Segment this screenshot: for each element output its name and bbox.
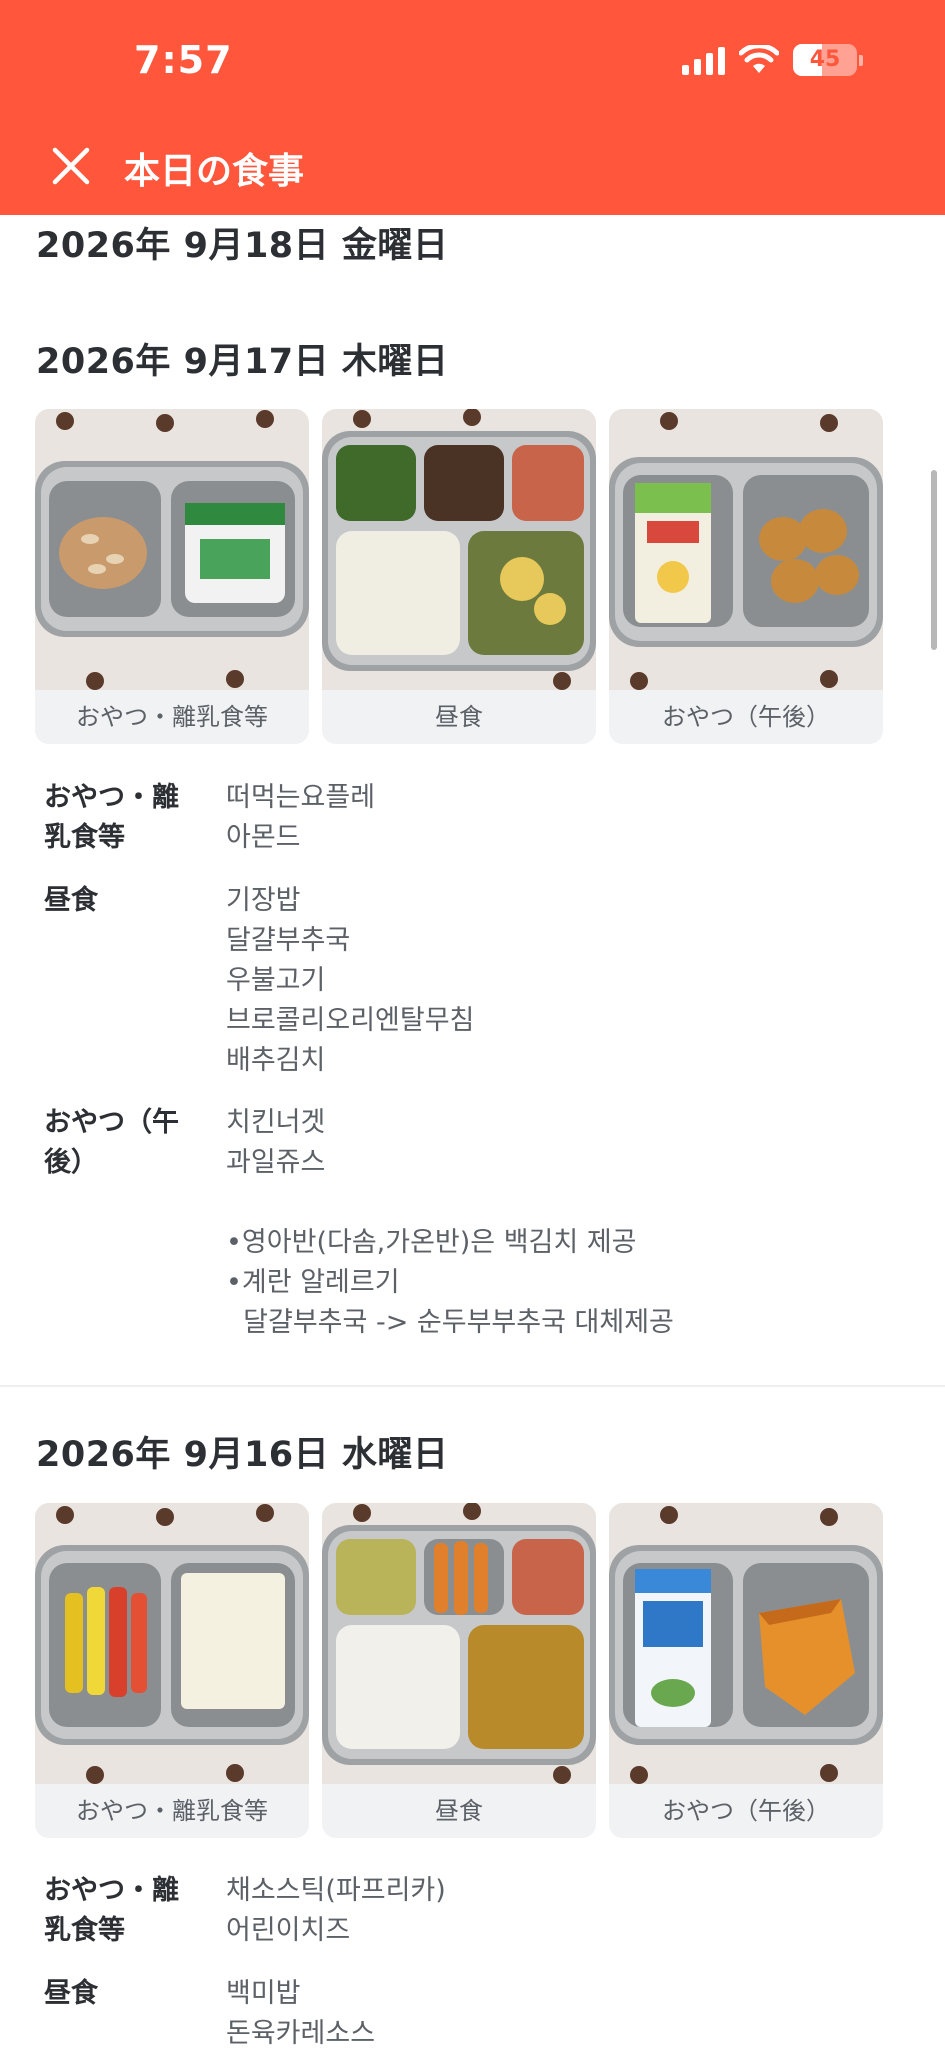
meal-items: 백미밥 돈육카레소스 <box>226 1978 376 2048</box>
lunch-photo-image <box>322 409 596 690</box>
meal-name: おやつ・離 乳食等 <box>44 782 179 853</box>
photo-label-snack-afternoon: おやつ（午後） <box>609 690 883 744</box>
meal-name: おやつ（午 後） <box>44 1107 179 1178</box>
cellular-signal-icon <box>682 45 725 75</box>
snack-photo-image <box>35 409 309 690</box>
photo-label-snack-afternoon: おやつ（午後） <box>609 1784 883 1838</box>
meal-photo-snack-morning[interactable]: おやつ・離乳食等 <box>35 1503 309 1838</box>
photo-label-lunch: 昼食 <box>322 1784 596 1838</box>
meal-name: 昼食 <box>44 1978 98 2009</box>
meal-photo-snack-morning[interactable]: おやつ・離乳食等 <box>35 409 309 744</box>
meal-name: おやつ・離 乳食等 <box>44 1875 179 1946</box>
battery-level: 45 <box>809 47 841 72</box>
day-title-0918: 2026年 9月18日 金曜日 <box>36 226 449 266</box>
page-title: 本日の食事 <box>124 151 305 192</box>
snack-afternoon-photo-image <box>609 409 883 690</box>
snack-afternoon-photo-image <box>609 1503 883 1784</box>
close-icon[interactable] <box>46 141 96 191</box>
snack-photo-image <box>35 1503 309 1784</box>
meal-name: 昼食 <box>44 885 98 916</box>
photo-label-snack-morning: おやつ・離乳食等 <box>35 690 309 744</box>
day-divider <box>0 1385 945 1387</box>
day-title-0917: 2026年 9月17日 木曜日 <box>36 342 449 382</box>
battery-tip <box>859 54 863 66</box>
photo-label-lunch: 昼食 <box>322 690 596 744</box>
meal-photo-lunch[interactable]: 昼食 <box>322 1503 596 1838</box>
meal-items: 채소스틱(파프리카) 어린이치즈 <box>226 1875 446 1946</box>
status-time: 7:57 <box>134 38 233 82</box>
scrollbar-thumb[interactable] <box>931 470 937 650</box>
meal-photo-lunch[interactable]: 昼食 <box>322 409 596 744</box>
day-title-0916: 2026年 9月16日 水曜日 <box>36 1435 449 1475</box>
meal-photo-snack-afternoon[interactable]: おやつ（午後） <box>609 1503 883 1838</box>
battery-icon: 45 <box>793 44 857 76</box>
meal-items: 치킨너겟 과일쥬스 •영아반(다솜,가온반)은 백김치 제공 •계란 알레르기 … <box>226 1107 674 1338</box>
meal-photo-snack-afternoon[interactable]: おやつ（午後） <box>609 409 883 744</box>
meal-items: 떠먹는요플레 아몬드 <box>226 782 376 853</box>
app-header: 7:57 45 本日の食事 <box>0 0 945 215</box>
wifi-icon <box>739 45 779 73</box>
status-icons: 45 <box>682 44 863 76</box>
photo-label-snack-morning: おやつ・離乳食等 <box>35 1784 309 1838</box>
meal-items: 기장밥 달걀부추국 우불고기 브로콜리오리엔탈무침 배추김치 <box>226 885 475 1076</box>
lunch-photo-image <box>322 1503 596 1784</box>
